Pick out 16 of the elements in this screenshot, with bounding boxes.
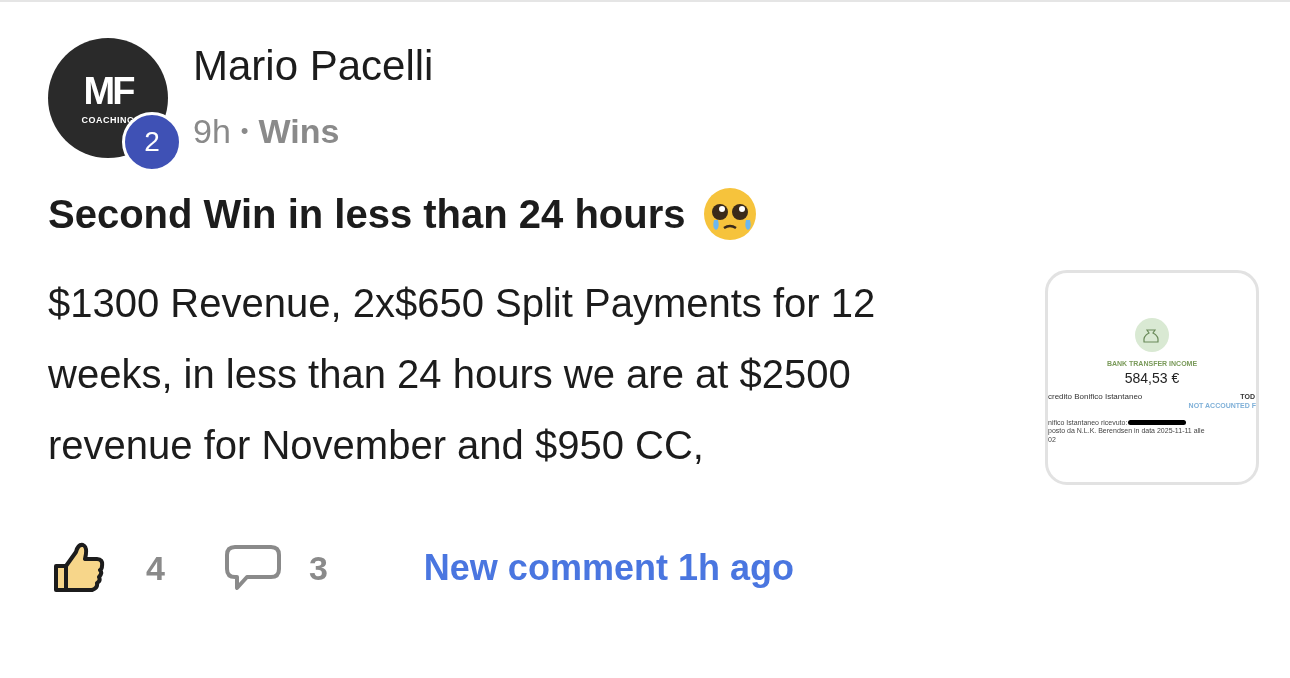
amount: 584,53 € (1124, 369, 1180, 387)
comment-count: 3 (308, 547, 328, 589)
author-name[interactable]: Mario Pacelli (193, 39, 434, 93)
like-count: 4 (146, 547, 165, 589)
pleading-face-icon (701, 186, 758, 242)
separator: • (240, 117, 249, 145)
post-body: $1300 Revenue, 2x$650 Split Payments for 12 weeks, in less than 24 hours we are at $2500 revenue for November and $950 CC, (48, 280, 877, 469)
comment-icon[interactable] (224, 544, 281, 592)
like-icon[interactable] (52, 542, 106, 594)
post-title: Second Win in less than 24 hours (48, 191, 686, 238)
logo-mark: MF (83, 71, 133, 110)
redaction-mark (1128, 420, 1187, 425)
transaction-title: credito Bonifico Istantaneo (1048, 393, 1143, 401)
new-comment-link[interactable]: New comment 1h ago (423, 541, 794, 595)
post-time: 9h (193, 111, 231, 151)
money-bag-icon (1135, 318, 1169, 352)
